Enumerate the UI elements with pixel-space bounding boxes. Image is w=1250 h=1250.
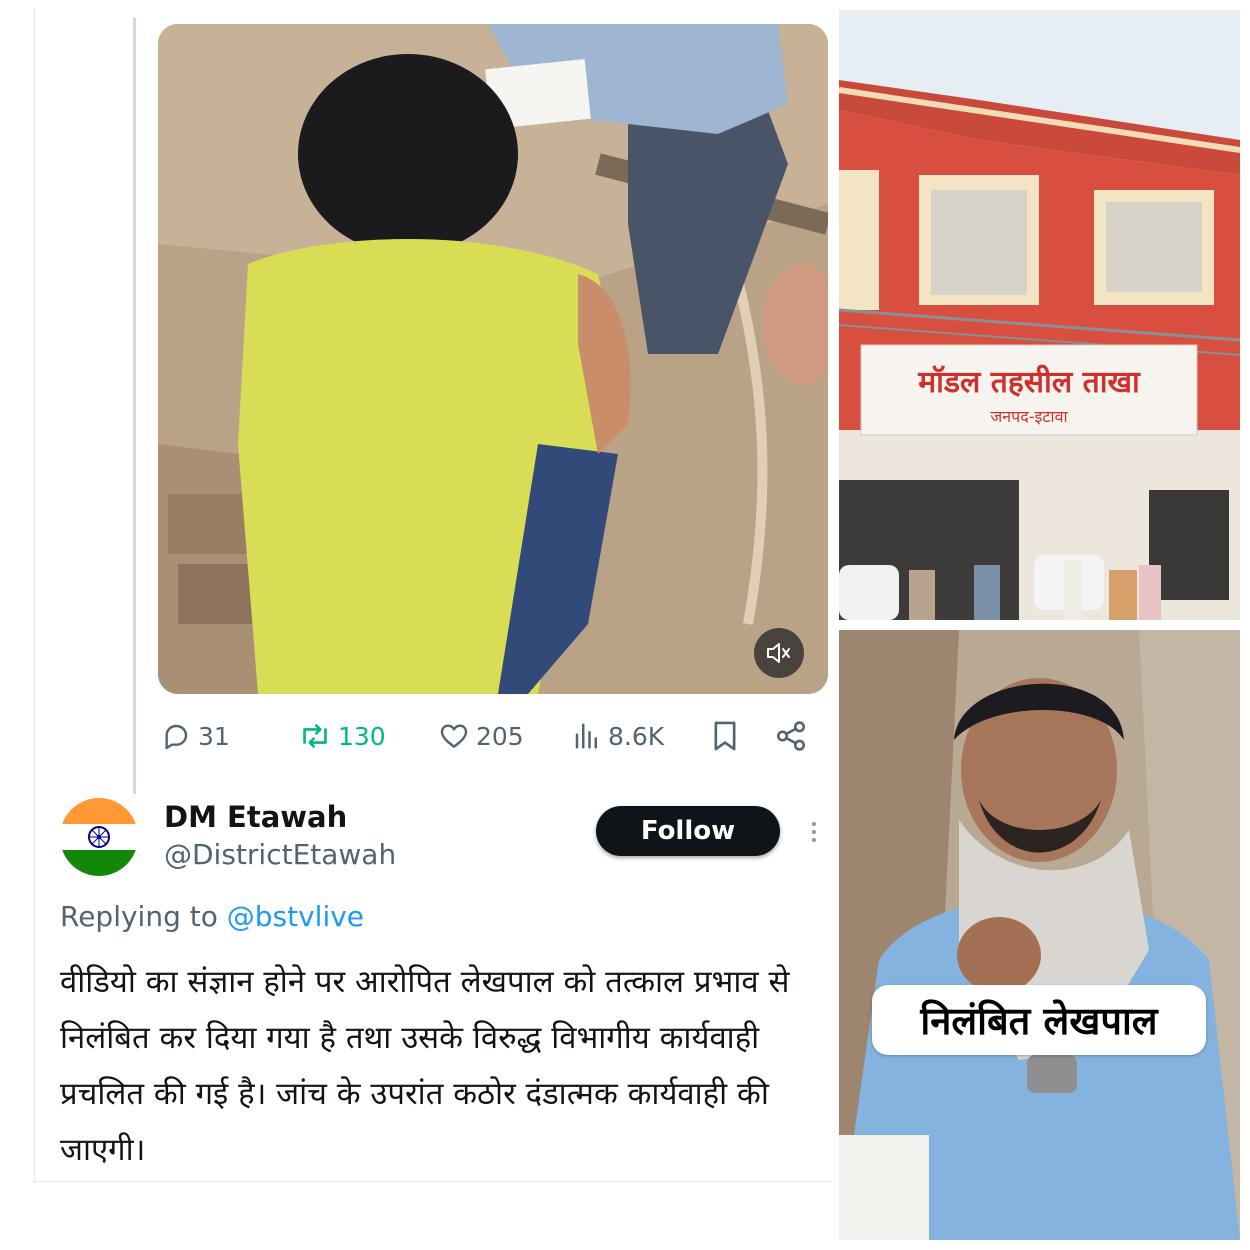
replying-to-handle[interactable]: @bstvlive bbox=[227, 900, 364, 933]
follow-button[interactable]: Follow bbox=[596, 806, 780, 856]
share-button[interactable] bbox=[774, 712, 808, 760]
mute-button[interactable] bbox=[754, 628, 804, 678]
reply-count: 31 bbox=[198, 721, 230, 751]
man-caption: निलंबित लेखपाल bbox=[872, 985, 1206, 1055]
author-display-name[interactable]: DM Etawah bbox=[164, 800, 347, 834]
tehsil-building-photo: मॉडल तहसील ताखा जनपद-इटावा bbox=[839, 10, 1240, 620]
like-count: 205 bbox=[476, 721, 524, 751]
share-icon bbox=[776, 721, 806, 751]
retweet-count: 130 bbox=[338, 721, 386, 751]
tweet-video[interactable] bbox=[158, 24, 828, 694]
building-subsign-text: जनपद-इटावा bbox=[990, 407, 1068, 426]
building-sign-text: मॉडल तहसील ताखा bbox=[917, 364, 1141, 400]
views-count: 8.6K bbox=[608, 721, 665, 751]
like-button[interactable]: 205 bbox=[438, 712, 524, 760]
author-handle[interactable]: @DistrictEtawah bbox=[164, 838, 396, 871]
bookmark-button[interactable] bbox=[710, 712, 740, 760]
author-avatar[interactable] bbox=[60, 798, 138, 876]
video-frame bbox=[158, 24, 828, 694]
speaker-muted-icon bbox=[767, 643, 790, 663]
more-icon[interactable] bbox=[804, 812, 824, 852]
suspended-lekhpal-photo bbox=[839, 630, 1240, 1240]
reply-button[interactable]: 31 bbox=[160, 712, 230, 760]
bookmark-icon bbox=[714, 721, 736, 751]
like-icon bbox=[440, 724, 468, 748]
replying-to-label: Replying to bbox=[60, 900, 218, 933]
retweet-icon bbox=[303, 724, 327, 748]
tweet-text: वीडियो का संज्ञान होने पर आरोपित लेखपाल … bbox=[60, 964, 790, 1168]
reply-icon bbox=[165, 724, 188, 750]
replying-to: Replying to @bstvlive bbox=[60, 900, 364, 933]
views-button[interactable]: 8.6K bbox=[572, 712, 664, 760]
thread-line bbox=[133, 18, 136, 794]
tweet-actions: 31 130 205 8.6K bbox=[158, 712, 818, 760]
india-flag-icon bbox=[60, 798, 138, 876]
retweet-button[interactable]: 130 bbox=[298, 712, 386, 760]
views-icon bbox=[575, 723, 597, 749]
